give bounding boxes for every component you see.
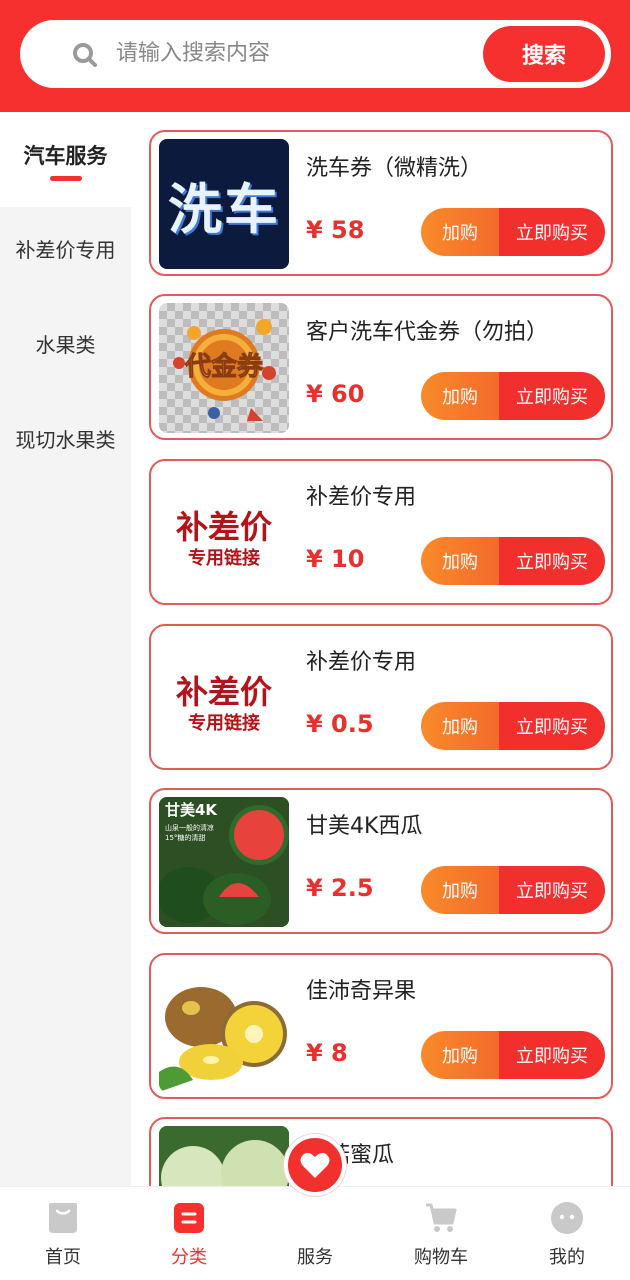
product-price: ¥ 2.5 (306, 874, 374, 902)
product-card[interactable]: 补差价 专用链接 补差价专用 ¥ 10 加购 立即购买 (149, 459, 613, 605)
product-price: ¥ 60 (306, 380, 365, 408)
watermelon-graphic: 甘美4K 山泉一般的清凉 15°糖的清甜 (159, 797, 289, 927)
sidebar-item-cut-fruit[interactable]: 现切水果类 (0, 424, 131, 453)
service-button[interactable] (284, 1134, 346, 1196)
action-buttons: 加购 立即购买 (421, 866, 605, 914)
sidebar-item-fruit[interactable]: 水果类 (0, 329, 131, 358)
action-buttons: 加购 立即购买 (421, 208, 605, 256)
thumb-title: 补差价 (175, 673, 272, 711)
action-buttons: 加购 立即购买 (421, 702, 605, 750)
product-card[interactable]: 代金券 客户洗车代金券（勿拍） ¥ 60 加购 立即购买 (149, 294, 613, 440)
buy-now-button[interactable]: 立即购买 (499, 208, 605, 256)
nav-label: 我的 (549, 1247, 585, 1268)
product-name: 补差价专用 (306, 485, 417, 510)
thumb-subtitle: 专用链接 (188, 713, 260, 734)
buy-now-button[interactable]: 立即购买 (499, 372, 605, 420)
add-to-cart-button[interactable]: 加购 (421, 372, 499, 420)
nav-label: 购物车 (414, 1247, 468, 1268)
add-to-cart-button[interactable]: 加购 (421, 702, 499, 750)
product-name: 客户洗车代金券（勿拍） (306, 320, 549, 345)
active-indicator (50, 176, 82, 181)
category-icon (174, 1203, 204, 1233)
nav-label: 首页 (45, 1247, 81, 1268)
product-name: 补差价专用 (306, 650, 417, 675)
product-card[interactable]: 佳沛奇异果 ¥ 8 加购 立即购买 (149, 953, 613, 1099)
bottom-nav: 首页 分类 服务 购物车 我的 (0, 1186, 630, 1280)
action-buttons: 加购 立即购买 (421, 1031, 605, 1079)
product-image[interactable]: 甘美4K 山泉一般的清凉 15°糖的清甜 (159, 797, 289, 927)
search-input[interactable]: 请输入搜索内容 (116, 38, 270, 70)
product-image[interactable] (159, 962, 289, 1092)
product-card[interactable]: 甘美4K 山泉一般的清凉 15°糖的清甜 甘美4K西瓜 ¥ 2.5 加购 立即购… (149, 788, 613, 934)
product-image[interactable]: 洗车 (159, 139, 289, 269)
nav-cart[interactable]: 购物车 (378, 1187, 504, 1280)
thumb-subtitle: 专用链接 (188, 548, 260, 569)
action-buttons: 加购 立即购买 (421, 537, 605, 585)
add-to-cart-button[interactable]: 加购 (421, 208, 499, 256)
nav-home[interactable]: 首页 (0, 1187, 126, 1280)
action-buttons: 加购 立即购买 (421, 372, 605, 420)
category-sidebar: 汽车服务 补差价专用 水果类 现切水果类 (0, 112, 131, 1186)
thumb-title: 补差价 (175, 508, 272, 546)
sidebar-item-label: 汽车服务 (23, 144, 108, 168)
sidebar-item-price-diff[interactable]: 补差价专用 (0, 234, 131, 263)
search-button[interactable]: 搜索 (483, 26, 605, 82)
product-price: ¥ 10 (306, 545, 365, 573)
buy-now-button[interactable]: 立即购买 (499, 537, 605, 585)
buy-now-button[interactable]: 立即购买 (499, 702, 605, 750)
home-icon (49, 1203, 77, 1233)
buy-now-button[interactable]: 立即购买 (499, 866, 605, 914)
product-card[interactable]: 洗车 洗车券（微精洗） ¥ 58 加购 立即购买 (149, 130, 613, 276)
product-image[interactable] (159, 1126, 289, 1186)
heart-icon (300, 1152, 330, 1178)
add-to-cart-button[interactable]: 加购 (421, 537, 499, 585)
product-image[interactable]: 补差价 专用链接 (159, 468, 289, 598)
product-name: 洗车券（微精洗） (306, 156, 483, 181)
product-name: 甘美4K西瓜 (306, 814, 423, 839)
add-to-cart-button[interactable]: 加购 (421, 866, 499, 914)
product-image[interactable]: 补差价 专用链接 (159, 633, 289, 763)
nav-label: 分类 (171, 1247, 207, 1268)
search-icon (73, 43, 97, 67)
search-bar[interactable]: 请输入搜索内容 搜索 (20, 20, 611, 88)
product-card[interactable]: 补差价 专用链接 补差价专用 ¥ 0.5 加购 立即购买 (149, 624, 613, 770)
profile-icon (551, 1202, 583, 1234)
header: 请输入搜索内容 搜索 (0, 0, 630, 112)
product-card[interactable]: 玉菇蜜瓜 (149, 1117, 613, 1186)
coupon-graphic: 代金券 (173, 319, 276, 421)
product-price: ¥ 8 (306, 1039, 348, 1067)
add-to-cart-button[interactable]: 加购 (421, 1031, 499, 1079)
nav-label: 服务 (297, 1247, 333, 1268)
product-image-text: 洗车 (168, 177, 280, 241)
nav-service[interactable]: 服务 (252, 1187, 378, 1280)
melon-graphic (159, 1126, 289, 1186)
nav-profile[interactable]: 我的 (504, 1187, 630, 1280)
product-image[interactable]: 代金券 (159, 303, 289, 433)
coupon-text: 代金券 (184, 351, 264, 382)
product-list: 洗车 洗车券（微精洗） ¥ 58 加购 立即购买 代金券 客户洗车代金券（勿拍）… (131, 112, 630, 1186)
thumb-caption-1: 山泉一般的清凉 (165, 823, 214, 832)
thumb-caption-2: 15°糖的清甜 (165, 833, 205, 842)
product-price: ¥ 58 (306, 216, 365, 244)
nav-category[interactable]: 分类 (126, 1187, 252, 1280)
product-name: 佳沛奇异果 (306, 979, 417, 1004)
buy-now-button[interactable]: 立即购买 (499, 1031, 605, 1079)
cart-icon (426, 1203, 457, 1232)
thumb-title: 甘美4K (165, 801, 218, 819)
sidebar-item-car-service[interactable]: 汽车服务 (0, 112, 131, 207)
product-price: ¥ 0.5 (306, 710, 374, 738)
kiwi-graphic (159, 987, 287, 1092)
